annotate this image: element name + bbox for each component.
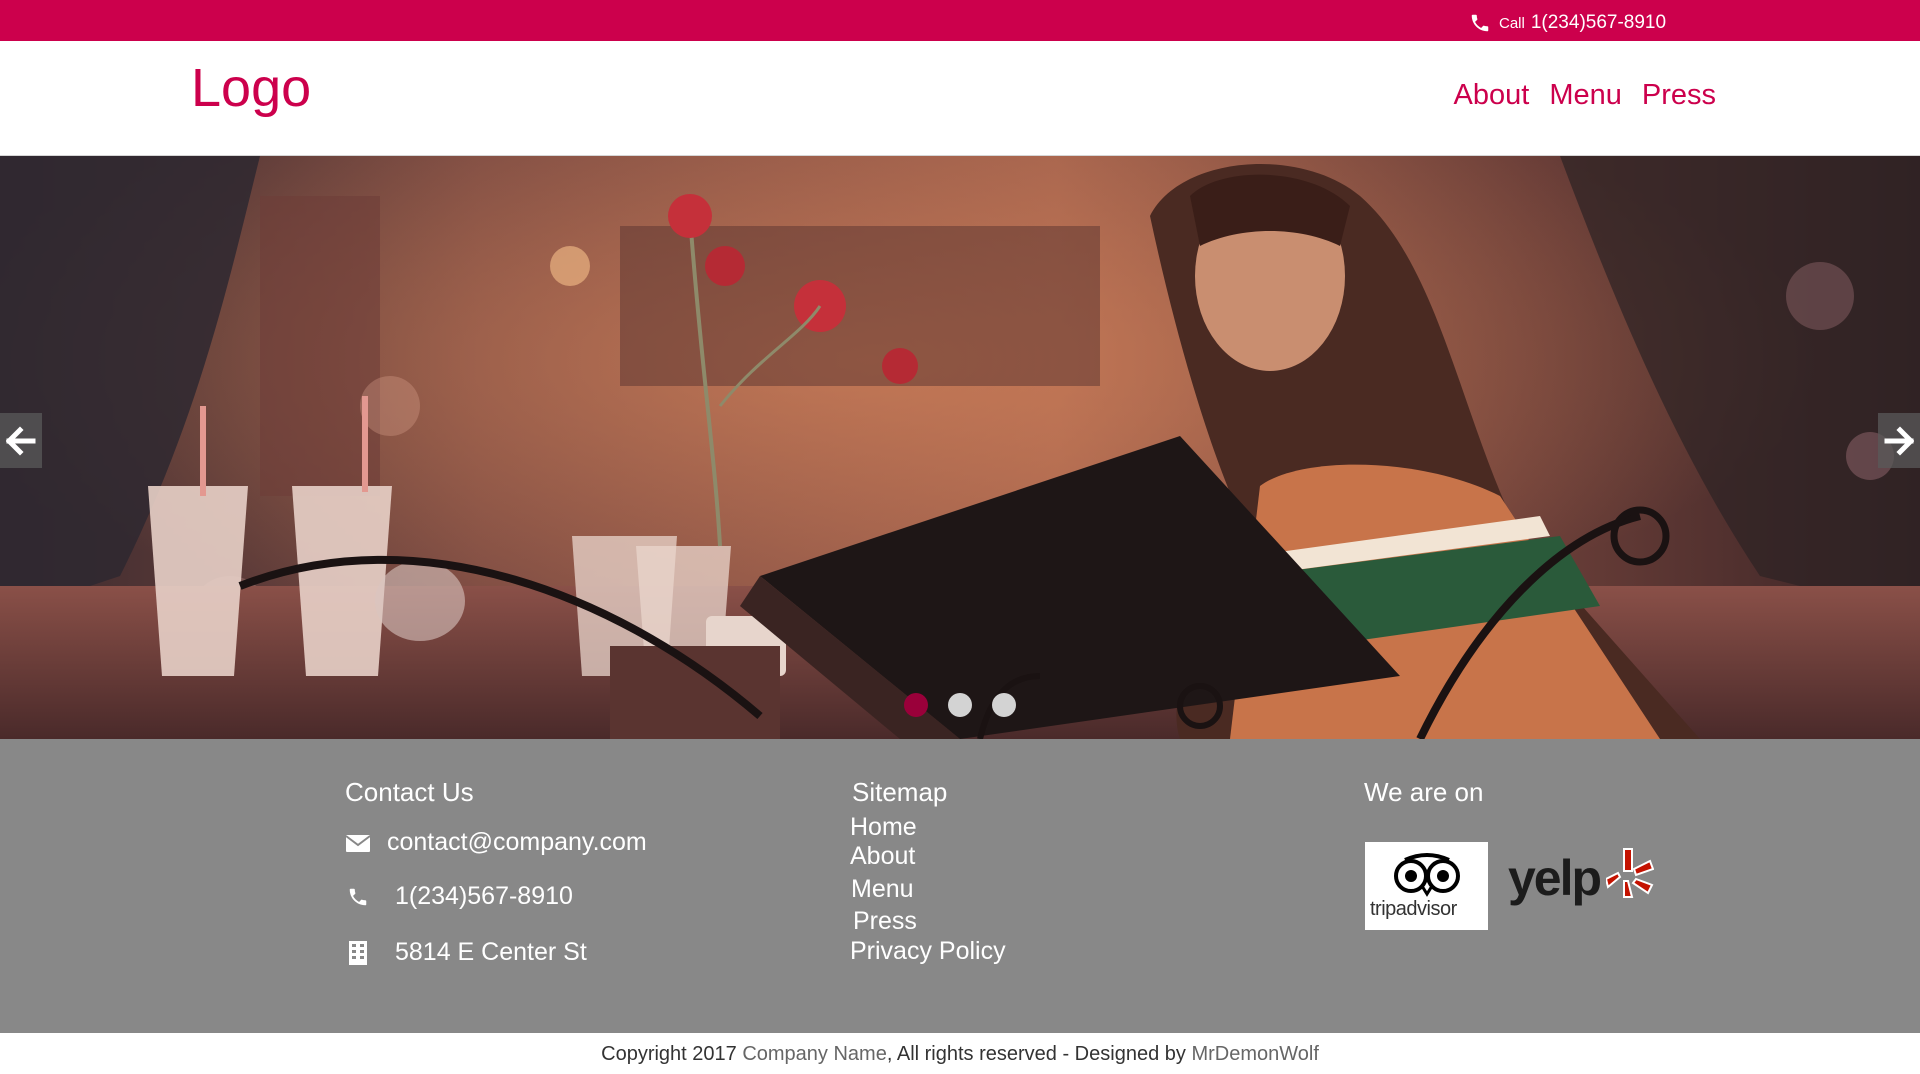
carousel-prev-button[interactable] [0,413,42,468]
call-number[interactable]: 1(234)567-8910 [1531,12,1666,34]
hero-image [0,156,1920,739]
sitemap-link-menu[interactable]: Menu [851,875,914,904]
contact-phone-text[interactable]: 1(234)567-8910 [395,882,573,911]
hero-carousel [0,156,1920,739]
site-header: Logo About Menu Press [0,41,1920,156]
contact-phone[interactable]: 1(234)567-8910 [345,882,573,911]
envelope-icon [345,830,371,856]
call-label: Call [1499,14,1525,32]
contact-title: Contact Us [345,777,474,807]
carousel-dot[interactable] [992,693,1016,717]
sitemap-link-about[interactable]: About [850,842,915,871]
carousel-indicators [904,693,1016,717]
tripadvisor-owl-icon [1394,853,1460,897]
contact-email-text[interactable]: contact@company.com [387,828,647,857]
carousel-dot[interactable] [904,693,928,717]
main-nav: About Menu Press [1454,79,1716,112]
copyright-middle: , All rights reserved - Designed by [886,1043,1192,1065]
nav-menu[interactable]: Menu [1549,79,1622,112]
site-footer: Contact Us contact@company.com 1(234)567… [0,739,1920,1033]
nav-press[interactable]: Press [1642,79,1716,112]
contact-address-text: 5814 E Center St [395,938,587,966]
social-title: We are on [1364,777,1484,807]
building-icon [345,940,371,966]
contact-email[interactable]: contact@company.com [345,828,647,857]
company-name-link[interactable]: Company Name [742,1043,887,1065]
carousel-dot[interactable] [948,693,972,717]
arrow-right-icon [1884,425,1914,456]
yelp-badge[interactable]: yelp [1506,845,1656,917]
sitemap-link-press[interactable]: Press [853,907,917,936]
nav-about[interactable]: About [1454,79,1530,112]
sitemap-link-home[interactable]: Home [850,813,917,842]
sitemap-link-privacy[interactable]: Privacy Policy [850,937,1006,966]
contact-address: 5814 E Center St [345,938,587,967]
top-bar: Call 1(234)567-8910 [0,0,1920,41]
tripadvisor-badge[interactable]: tripadvisor [1365,842,1488,930]
sitemap-title: Sitemap [852,777,948,807]
copyright-prefix: Copyright 2017 [601,1043,743,1065]
yelp-burst-icon [1606,848,1654,898]
logo[interactable]: Logo [191,58,311,118]
arrow-left-icon [6,425,36,456]
tripadvisor-label: tripadvisor [1370,898,1457,920]
phone-icon [345,884,371,910]
carousel-next-button[interactable] [1878,413,1920,468]
call-info[interactable]: Call 1(234)567-8910 [1469,11,1666,35]
copyright-bar: Copyright 2017 Company Name, All rights … [0,1033,1920,1074]
designer-link[interactable]: MrDemonWolf [1191,1043,1318,1065]
phone-icon [1471,14,1489,32]
yelp-label: yelp [1508,850,1602,906]
